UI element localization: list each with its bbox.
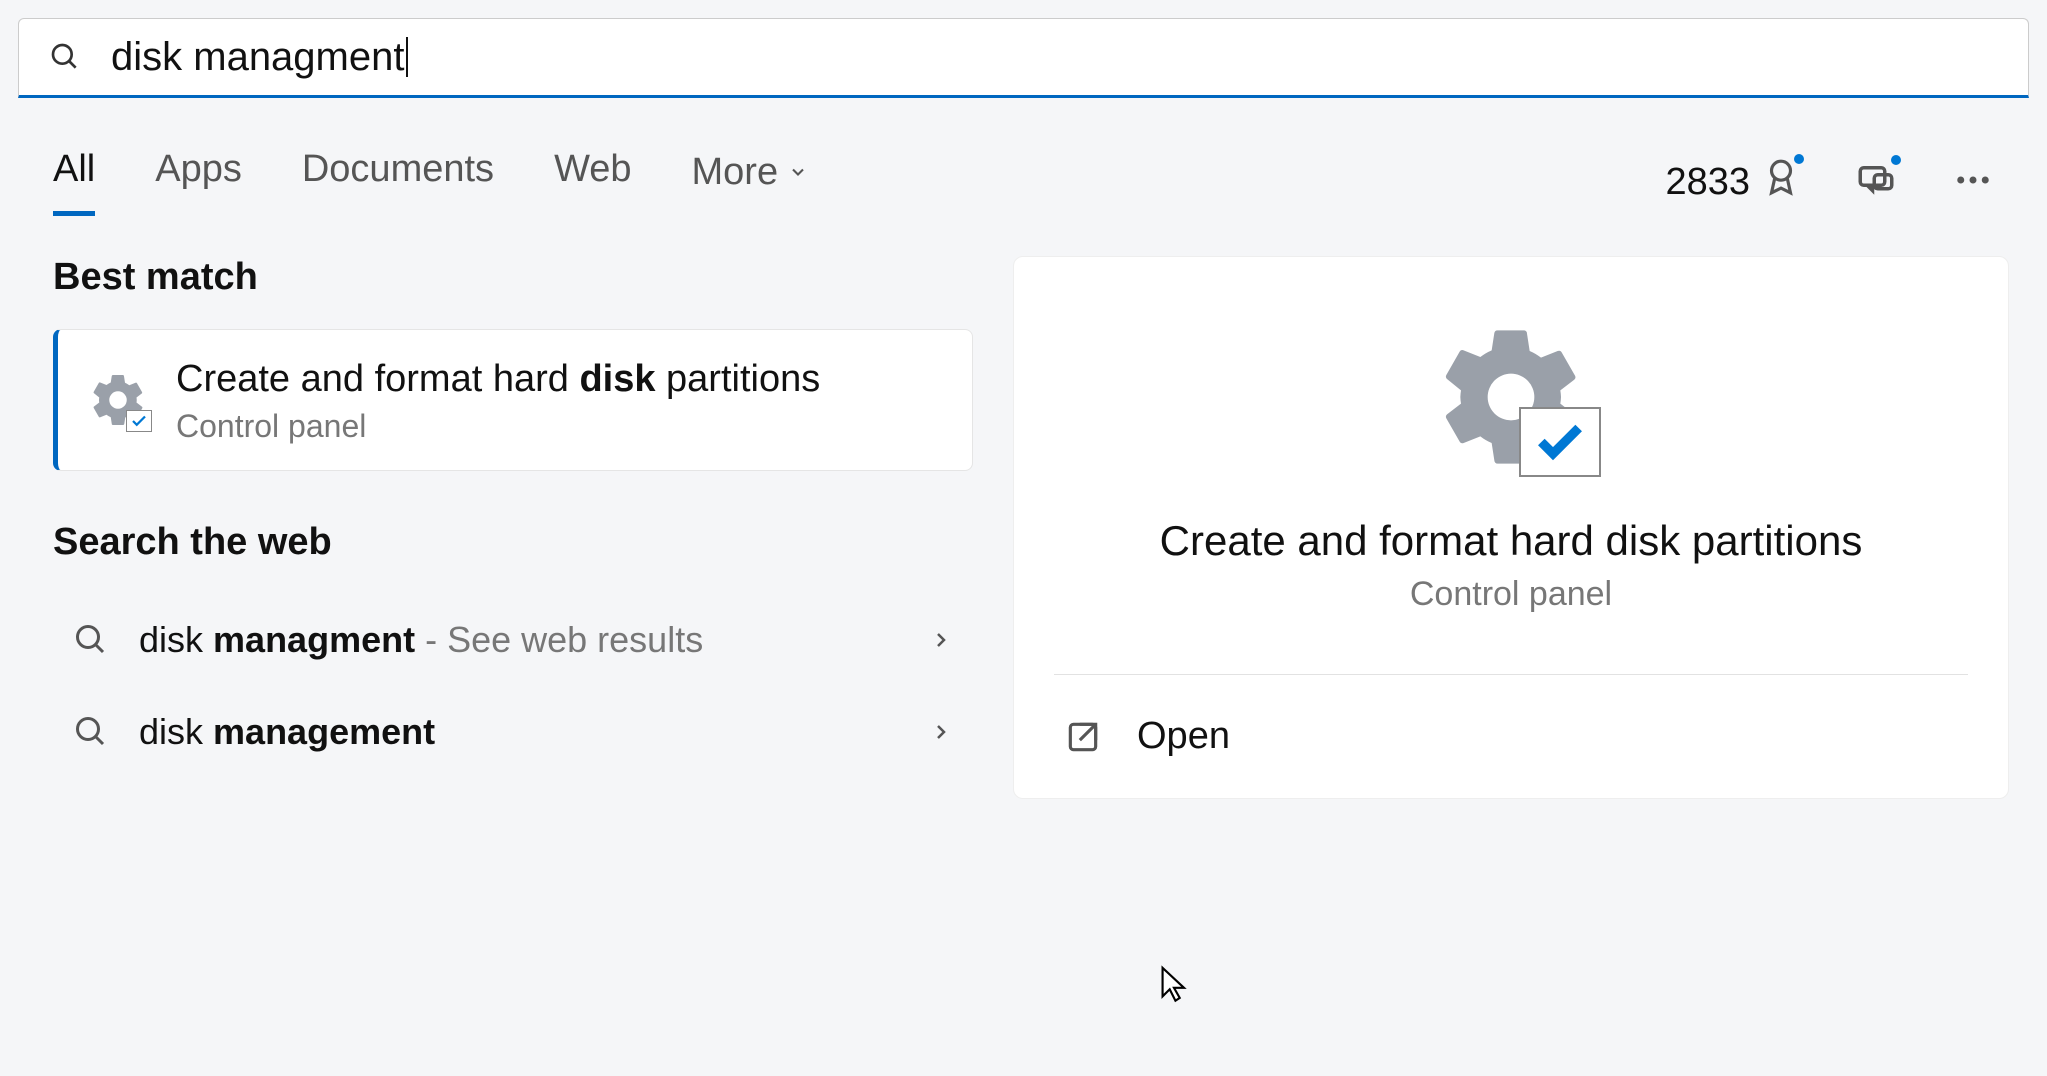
web-result[interactable]: disk management [53, 686, 973, 778]
open-external-icon [1064, 718, 1102, 756]
web-result-text: disk management [139, 711, 899, 753]
cursor-icon [1159, 965, 1189, 1010]
chevron-right-icon [929, 720, 953, 744]
search-icon [49, 41, 81, 73]
tab-documents[interactable]: Documents [302, 148, 494, 216]
detail-pane: Create and format hard disk partitions C… [1013, 256, 2009, 799]
search-input-text[interactable]: disk managment [111, 37, 408, 77]
web-result-text: disk managment - See web results [139, 619, 899, 661]
chat-icon[interactable] [1855, 159, 1897, 206]
bm-title-suffix: partitions [655, 358, 820, 400]
tab-all[interactable]: All [53, 148, 95, 216]
gear-check-icon [88, 370, 148, 430]
tabs-right: 2833 [1665, 158, 1994, 206]
best-match-heading: Best match [53, 256, 973, 299]
search-bar[interactable]: disk managment [18, 18, 2029, 98]
search-icon [73, 714, 109, 750]
rewards-button[interactable]: 2833 [1665, 158, 1800, 206]
chevron-down-icon [788, 162, 808, 182]
tabs-row: All Apps Documents Web More 2833 [18, 108, 2029, 216]
bm-title-prefix: Create and format hard [176, 358, 579, 400]
tab-apps[interactable]: Apps [155, 148, 242, 216]
tab-more[interactable]: More [692, 148, 809, 216]
chevron-right-icon [929, 628, 953, 652]
tab-more-label: More [692, 151, 779, 194]
detail-subtitle: Control panel [1410, 575, 1612, 614]
best-match-text: Create and format hard disk partitions C… [176, 355, 820, 445]
divider [1054, 674, 1968, 675]
search-web-heading: Search the web [53, 521, 973, 564]
bm-title-bold: disk [579, 358, 655, 400]
tab-web[interactable]: Web [554, 148, 631, 216]
gear-check-icon-large [1431, 317, 1591, 477]
rewards-icon [1762, 158, 1800, 206]
rewards-points: 2833 [1665, 161, 1750, 204]
more-icon[interactable] [1952, 159, 1994, 206]
detail-title: Create and format hard disk partitions [1160, 517, 1863, 565]
search-icon [73, 622, 109, 658]
open-label: Open [1137, 715, 1230, 758]
open-button[interactable]: Open [1054, 715, 1968, 758]
best-match-result[interactable]: Create and format hard disk partitions C… [53, 329, 973, 471]
bm-subtitle: Control panel [176, 408, 820, 445]
web-result[interactable]: disk managment - See web results [53, 594, 973, 686]
filter-tabs: All Apps Documents Web More [53, 148, 808, 216]
